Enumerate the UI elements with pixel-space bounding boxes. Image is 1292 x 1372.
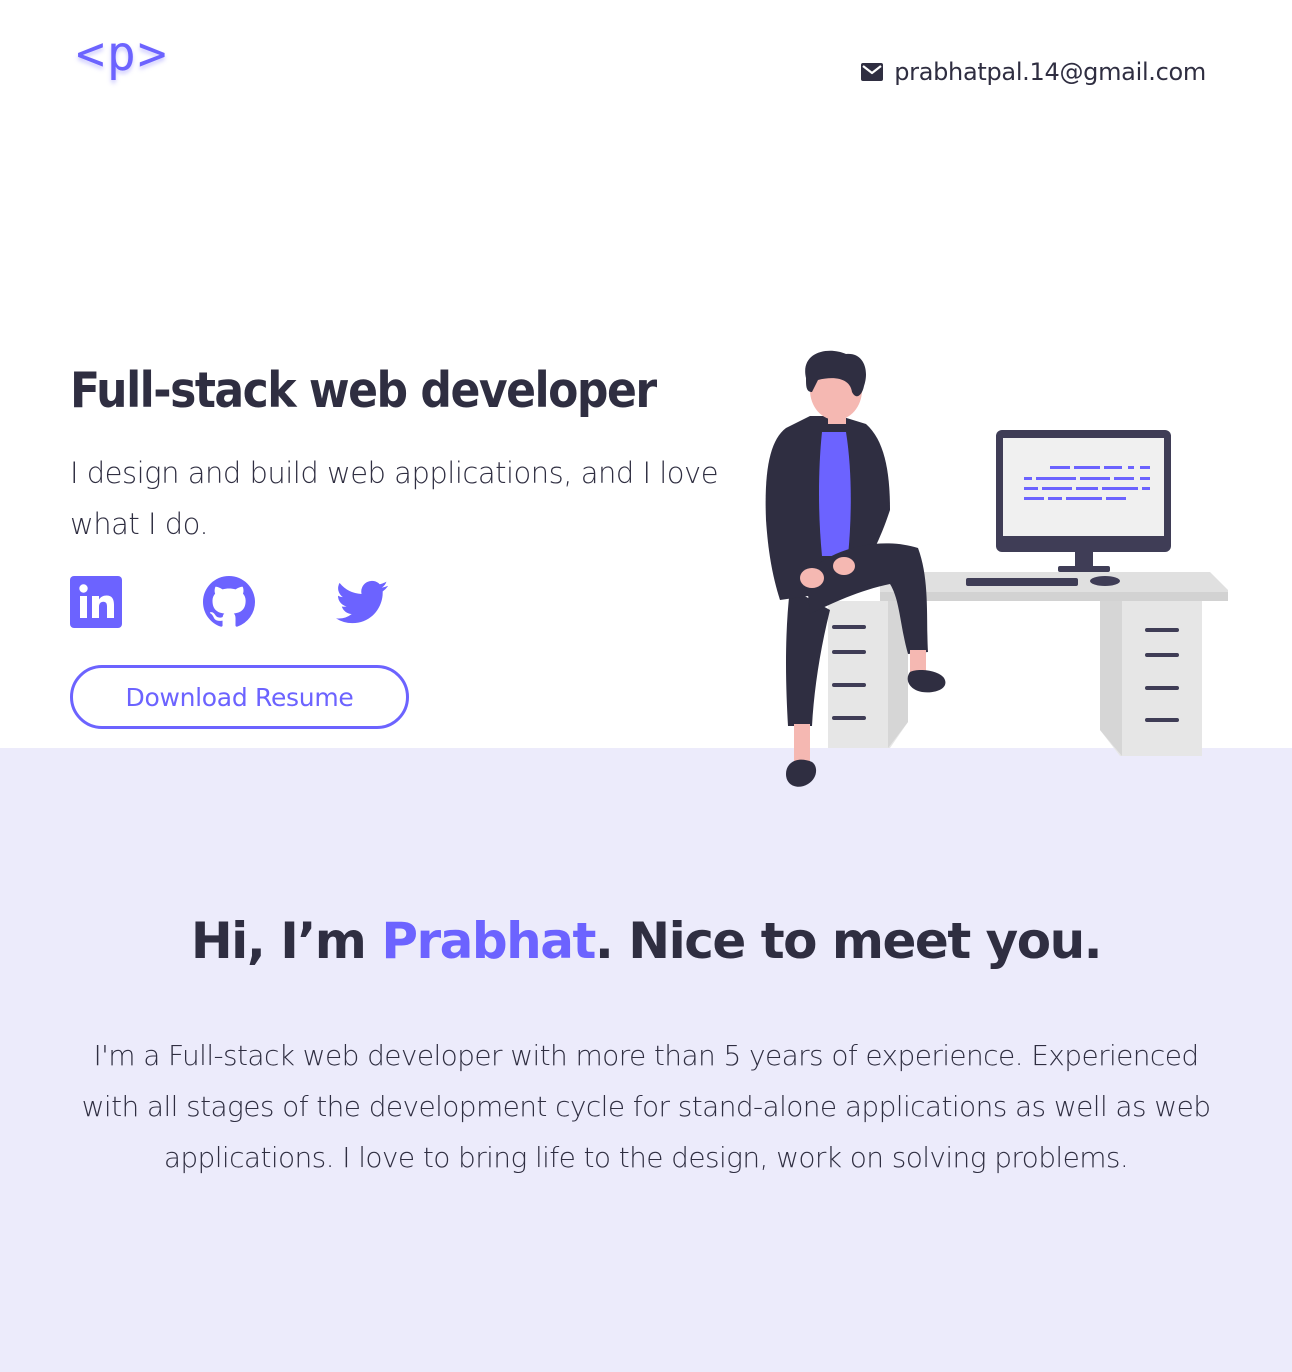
twitter-link[interactable] — [336, 576, 388, 628]
email-link[interactable]: prabhatpal.14@gmail.com — [860, 58, 1206, 86]
hero-title: Full-stack web developer — [70, 362, 657, 419]
download-resume-button[interactable]: Download Resume — [70, 665, 409, 729]
email-text: prabhatpal.14@gmail.com — [894, 58, 1206, 86]
twitter-icon — [336, 580, 388, 624]
about-title-greeting: Hi, I’m — [190, 912, 382, 970]
envelope-icon — [861, 63, 884, 81]
about-description: I'm a Full-stack web developer with more… — [81, 1039, 1211, 1174]
github-link[interactable] — [203, 576, 255, 628]
about-title-rest: . Nice to meet you. — [594, 912, 1103, 970]
about-title-name: Prabhat — [381, 912, 596, 970]
social-links — [70, 576, 388, 628]
about-title: Hi, I’m Prabhat. Nice to meet you. — [0, 912, 1292, 970]
linkedin-link[interactable] — [70, 576, 122, 628]
site-logo[interactable]: <p> — [76, 30, 169, 78]
page: <p> prabhatpal.14@gmail.com Full-stack w… — [0, 0, 1292, 1372]
linkedin-icon — [70, 576, 122, 628]
developer-desk-illustration — [765, 350, 1228, 787]
hero-subtitle: I design and build web applications, and… — [70, 456, 719, 541]
github-icon — [203, 576, 255, 627]
